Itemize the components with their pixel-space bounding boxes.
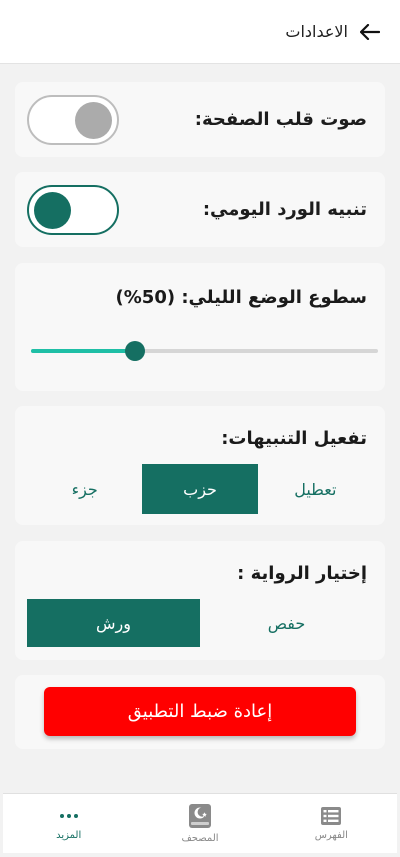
notifications-option-juz[interactable]: جزء xyxy=(27,464,142,514)
page-flip-sound-label: صوت قلب الصفحة: xyxy=(194,109,367,130)
toggle-knob xyxy=(75,101,112,139)
riwaya-option-hafs[interactable]: حفص xyxy=(200,599,373,647)
toggle-knob xyxy=(34,191,71,229)
slider-thumb[interactable] xyxy=(125,341,146,361)
notifications-option-disable[interactable]: تعطيل xyxy=(258,464,373,514)
riwaya-label: إختيار الرواية : xyxy=(237,563,367,584)
night-brightness-label: سطوع الوضع الليلي: (50%) xyxy=(115,287,367,308)
more-dots-icon xyxy=(59,814,78,818)
nav-item-index[interactable]: الفهرس xyxy=(266,794,397,853)
nav-item-more[interactable]: المزيد xyxy=(3,794,134,853)
daily-wird-alert-card: تنبيه الورد اليومي: xyxy=(15,172,385,247)
page-flip-sound-card: صوت قلب الصفحة: xyxy=(15,82,385,157)
reset-card: إعادة ضبط التطبيق xyxy=(15,675,385,749)
night-brightness-slider[interactable] xyxy=(31,341,378,361)
app-header: الاعدادات xyxy=(0,0,400,64)
nav-label-index: الفهرس xyxy=(314,830,348,841)
nav-label-more: المزيد xyxy=(56,830,82,841)
riwaya-card: إختيار الرواية : حفص ورش xyxy=(15,541,385,660)
reset-app-button[interactable]: إعادة ضبط التطبيق xyxy=(44,687,356,736)
nav-label-mushaf: المصحف xyxy=(181,833,219,844)
riwaya-segmented: حفص ورش xyxy=(27,599,373,647)
notifications-label: تفعيل التنبيهات: xyxy=(221,428,367,449)
riwaya-option-warsh[interactable]: ورش xyxy=(27,599,200,647)
quran-book-icon xyxy=(188,804,211,828)
back-button[interactable] xyxy=(358,20,382,44)
night-brightness-card: سطوع الوضع الليلي: (50%) xyxy=(15,263,385,391)
arrow-back-icon xyxy=(360,23,380,40)
page-flip-sound-toggle[interactable] xyxy=(27,94,119,145)
daily-wird-alert-label: تنبيه الورد اليومي: xyxy=(202,199,367,220)
slider-fill xyxy=(31,349,136,353)
index-list-icon xyxy=(321,807,342,825)
bottom-navigation: المزيد المصحف الفهرس xyxy=(3,793,397,853)
page-title: الاعدادات xyxy=(285,22,348,41)
notifications-option-hizb[interactable]: حزب xyxy=(142,464,258,514)
nav-item-mushaf[interactable]: المصحف xyxy=(134,794,265,853)
daily-wird-alert-toggle[interactable] xyxy=(27,184,119,235)
notifications-card: تفعيل التنبيهات: تعطيل حزب جزء xyxy=(15,406,385,525)
notifications-segmented: تعطيل حزب جزء xyxy=(27,464,373,514)
